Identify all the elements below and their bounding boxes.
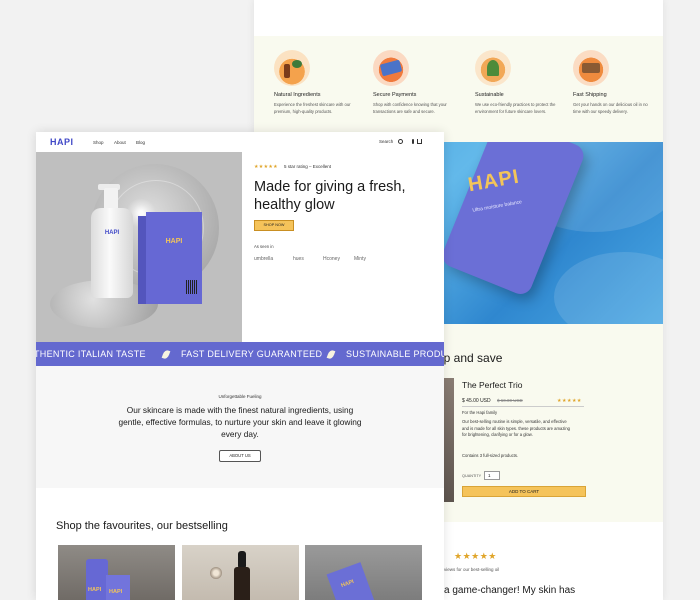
add-to-cart-button[interactable]: ADD TO CART [462,486,586,497]
about-section: Unforgettable Fueling Our skincare is ma… [36,366,444,488]
brand-logo-hconey: Hconey [323,256,340,262]
feature-title: Secure Payments [373,92,417,98]
shop-now-button[interactable]: SHOP NOW [254,220,294,231]
pump-neck [104,188,118,210]
pump-bottle [91,208,133,298]
product-card[interactable] [182,545,299,600]
nav-link-about[interactable]: About [114,140,126,145]
card-logo: HAPI [88,587,102,593]
tube-image [86,559,108,600]
as-seen-in-label: As seen in [254,244,274,249]
natural-ingredients-icon [274,50,310,86]
brand-logo-hues: hues [293,256,304,262]
hero-rating-text: 5 star rating – Excellent [284,164,332,169]
box-image [106,575,130,600]
bundle-image [444,378,454,502]
fast-shipping-icon [573,50,609,86]
quantity-label: QUANTITY [462,474,482,478]
feature-description: Shop with confidence knowing that your t… [373,102,447,114]
product-description: Our best-selling routine is simple, vers… [462,419,570,438]
review-stars: ★★★★★ [454,551,497,561]
sustainable-icon [475,50,511,86]
search-icon[interactable] [398,139,403,144]
bottle-logo: HAPI [104,230,120,236]
leaf-icon [161,349,171,360]
bestsellers-title: Shop the favourites, our bestselling [56,520,228,532]
marquee-banner: THENTIC ITALIAN TASTE FAST DELIVERY GUAR… [36,342,444,366]
marquee-item: THENTIC ITALIAN TASTE [36,349,146,359]
hero-rating-stars: ★★★★★ [254,164,278,170]
feature-natural-ingredients: Natural Ingredients Experience the fresh… [274,50,356,115]
product-card[interactable]: HAPI HAPI [58,545,175,600]
product-card[interactable]: HAPI [305,545,422,600]
about-kicker: Unforgettable Fueling [218,394,262,399]
product-price-original: $ 60.00 USD [497,398,523,403]
navbar: HAPI Shop About Blog Search [36,132,444,152]
cart-icon[interactable] [417,139,422,144]
back-page-top-section [254,0,663,36]
about-us-button[interactable]: ABOUT US [219,450,261,462]
account-icon[interactable] [412,139,414,144]
nav-link-blog[interactable]: Blog [136,140,145,145]
quantity-input[interactable]: 1 [484,471,500,480]
divider [462,406,584,407]
secure-payments-icon [373,50,409,86]
nav-search[interactable]: Search [379,139,393,144]
bundle-section-title: up and save [437,351,503,365]
feature-title: Natural Ingredients [274,92,321,98]
box-logo: HAPI [165,238,183,245]
product-price: $ 45.00 USD [462,398,491,404]
foreground-page: HAPI Shop About Blog Search HAPI HAPI ★★… [36,132,444,600]
feature-description: Experience the freshest skincare with ou… [274,102,351,114]
marquee-item: FAST DELIVERY GUARANTEED [181,349,323,359]
about-text: Our skincare is made with the finest nat… [118,405,362,439]
dropper-bottle [234,567,250,600]
feature-title: Fast Shipping [573,92,607,98]
feature-secure-payments: Secure Payments Shop with confidence kno… [373,50,455,115]
product-rating-stars: ★★★★★ [557,398,582,404]
brand-logo-minty: Minty [354,256,366,262]
hero-product-image: HAPI HAPI [36,152,242,342]
review-quote: a game-changer! My skin has [444,585,576,596]
brand-logo-umbrella: umbrella [254,256,274,262]
feature-sustainable: Sustainable We use eco-friendly practice… [475,50,557,115]
feature-description: We use eco-friendly practices to protect… [475,102,556,114]
hero-title: Made for giving a fresh, healthy glow [254,179,406,213]
flower-image [210,567,222,579]
brand-logo[interactable]: HAPI [50,137,74,147]
feature-description: Get your hands on our delicious oil in n… [573,102,648,114]
barcode [186,280,198,294]
marquee-item: SUSTAINABLE PRODUC [346,349,444,359]
feature-title: Sustainable [475,92,504,98]
product-family: For the Hapi family [462,410,498,415]
nav-link-shop[interactable]: Shop [93,140,104,145]
product-name[interactable]: The Perfect Trio [462,380,522,390]
leaf-icon [326,349,336,360]
review-subtitle: views for our best-selling oil [444,567,500,572]
card-logo: HAPI [109,589,123,595]
feature-fast-shipping: Fast Shipping Get your hands on our deli… [573,50,655,115]
product-contents: Contains 3 full-sized products. [462,453,519,458]
